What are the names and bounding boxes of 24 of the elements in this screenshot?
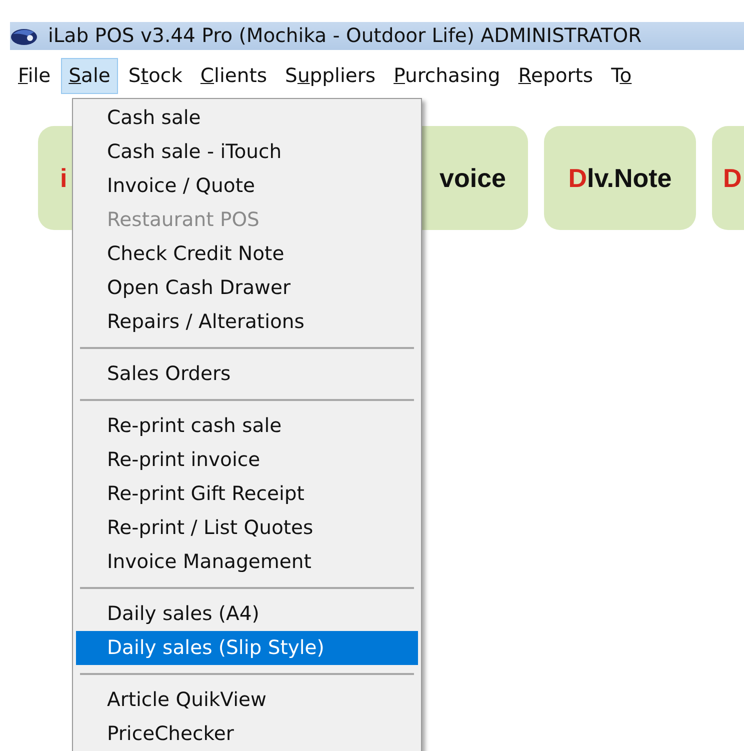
menu-item[interactable]: Stock xyxy=(120,58,190,94)
menu-item[interactable]: Repairs / Alterations xyxy=(76,305,418,339)
menu-item[interactable]: Re-print / List Quotes xyxy=(76,511,418,545)
menu-item[interactable]: Re-print cash sale xyxy=(76,409,418,443)
menu-item[interactable]: File xyxy=(10,58,59,94)
tile-button[interactable]: Dlv.Note xyxy=(544,126,696,230)
menu-item[interactable]: Sales Orders xyxy=(76,357,418,391)
menu-item[interactable]: Open Cash Drawer xyxy=(76,271,418,305)
menu-item[interactable]: Re-print invoice xyxy=(76,443,418,477)
menu-item[interactable]: Sale xyxy=(60,58,118,94)
menu-item[interactable]: To xyxy=(603,58,640,94)
menu-item[interactable]: Daily sales (Slip Style) xyxy=(76,631,418,665)
menu-item[interactable]: Daily sales (A4) xyxy=(76,597,418,631)
tile-button[interactable]: D xyxy=(712,126,744,230)
menu-item[interactable]: Article QuikView xyxy=(76,683,418,717)
menu-item[interactable]: Suppliers xyxy=(277,58,384,94)
menu-item[interactable]: Re-print Gift Receipt xyxy=(76,477,418,511)
menu-item[interactable]: PriceChecker xyxy=(76,717,418,751)
menu-item[interactable]: Purchasing xyxy=(386,58,508,94)
menu-item[interactable]: Clients xyxy=(192,58,276,94)
menu-item[interactable]: Reports xyxy=(510,58,602,94)
menu-item[interactable]: Invoice Management xyxy=(76,545,418,579)
window-title: iLab POS v3.44 Pro (Mochika - Outdoor Life) ADMINISTRATOR xyxy=(48,23,642,50)
menu-item[interactable]: Check Credit Note xyxy=(76,237,418,271)
